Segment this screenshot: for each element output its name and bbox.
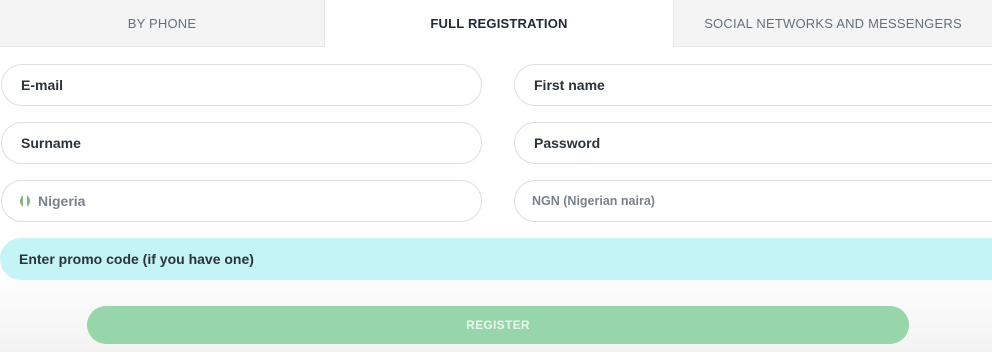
first-name-field[interactable]: First name (514, 64, 992, 106)
registration-tabs: BY PHONE FULL REGISTRATION SOCIAL NETWOR… (0, 0, 992, 47)
promo-code-placeholder: Enter promo code (if you have one) (19, 251, 254, 267)
promo-code-field[interactable]: Enter promo code (if you have one) (0, 238, 992, 280)
surname-placeholder: Surname (21, 135, 81, 151)
register-button[interactable]: REGISTER (87, 306, 909, 344)
tab-by-phone[interactable]: BY PHONE (0, 0, 324, 47)
email-field[interactable]: E-mail (1, 64, 482, 106)
tab-social-networks[interactable]: SOCIAL NETWORKS AND MESSENGERS (674, 0, 992, 47)
nigeria-flag-icon (20, 195, 30, 207)
password-field[interactable]: Password (514, 122, 992, 164)
country-select[interactable]: Nigeria (1, 180, 482, 222)
email-placeholder: E-mail (21, 77, 64, 93)
password-placeholder: Password (534, 135, 601, 151)
first-name-placeholder: First name (534, 77, 605, 93)
surname-field[interactable]: Surname (1, 122, 482, 164)
currency-value: NGN (Nigerian naira) (532, 194, 655, 208)
currency-select[interactable]: NGN (Nigerian naira) (514, 180, 992, 222)
country-value: Nigeria (38, 193, 86, 209)
tab-full-registration[interactable]: FULL REGISTRATION (324, 0, 674, 47)
